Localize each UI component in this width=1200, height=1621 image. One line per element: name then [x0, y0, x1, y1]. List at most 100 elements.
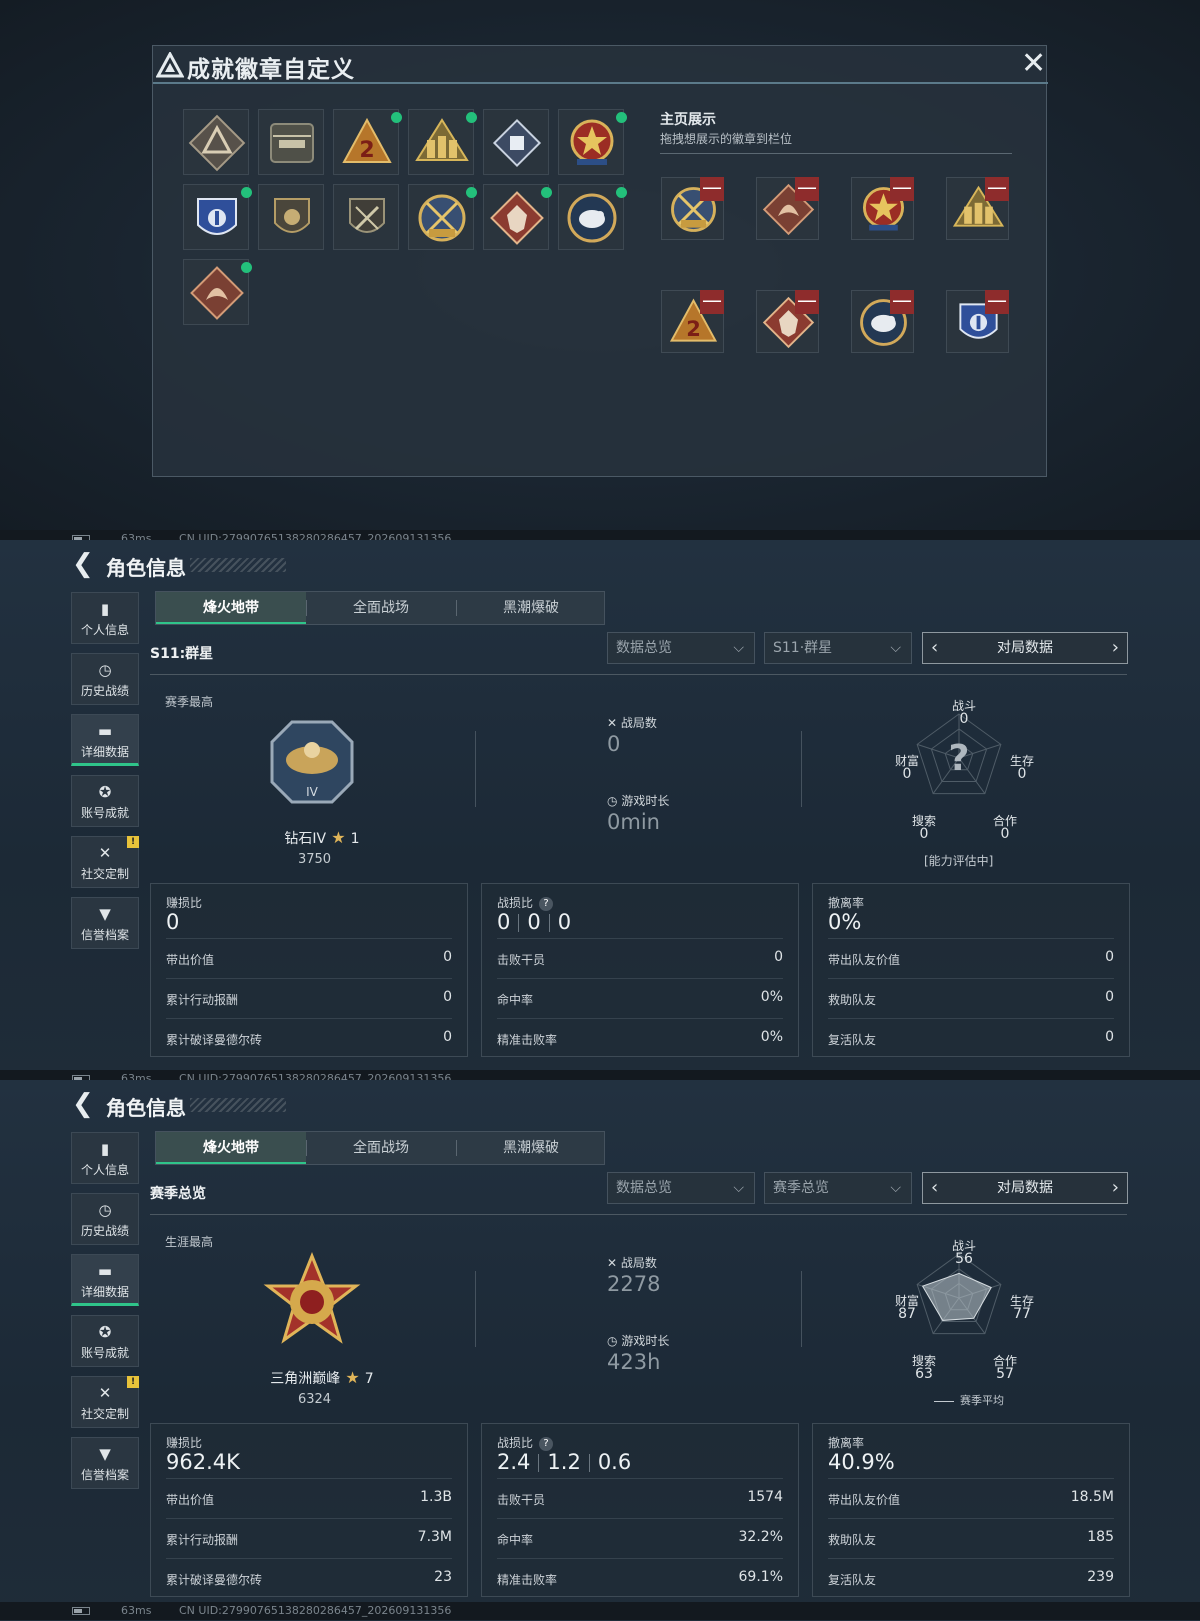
- tab-0[interactable]: 烽火地带: [156, 592, 306, 624]
- showcase-slot[interactable]: —: [661, 177, 724, 240]
- stat-value: 0: [1105, 949, 1114, 965]
- nav-bar-chart[interactable]: ▮ 个人信息: [71, 592, 139, 644]
- divider: [150, 674, 1127, 675]
- remove-button[interactable]: —: [890, 177, 914, 201]
- match-data-selector[interactable]: ‹ 对局数据 ›: [922, 1172, 1128, 1204]
- badge-cell[interactable]: [258, 184, 324, 250]
- badge-cell[interactable]: [408, 109, 477, 175]
- badge-cell[interactable]: [183, 184, 252, 250]
- remove-button[interactable]: —: [700, 177, 724, 201]
- stat-row: 复活队友 239: [828, 1558, 1114, 1598]
- nav-clock[interactable]: ◷ 历史战绩: [71, 1193, 139, 1245]
- unknown-icon: ?: [949, 738, 970, 779]
- page-title: 角色信息: [106, 556, 186, 580]
- nav-bar-chart[interactable]: ▮ 个人信息: [71, 1132, 139, 1184]
- lion-shield-badge-icon: [274, 198, 310, 233]
- new-indicator: [391, 112, 402, 123]
- nav-medal[interactable]: ✪ 账号成就: [71, 1315, 139, 1367]
- rank-points: 6324: [297, 1392, 332, 1407]
- chevron-right-icon[interactable]: ›: [1112, 633, 1119, 663]
- stat-value: 69.1%: [738, 1569, 783, 1585]
- stat-card: 撤离率 0% 带出队友价值 0 救助队友 0 复活队友 0: [812, 883, 1130, 1057]
- badge-cell[interactable]: [558, 184, 627, 250]
- help-icon[interactable]: ?: [539, 896, 554, 911]
- radar-wealth: 财富 0: [894, 754, 919, 782]
- close-icon[interactable]: ✕: [1021, 49, 1047, 79]
- stat-row: 带出价值 1.3B: [166, 1478, 452, 1518]
- showcase-slot[interactable]: —: [756, 290, 819, 353]
- nav-tools[interactable]: ✕ 社交定制 !: [71, 836, 139, 888]
- nav-label: 历史战绩: [80, 1224, 129, 1238]
- remove-button[interactable]: —: [795, 177, 819, 201]
- nav-folder[interactable]: ▬ 详细数据: [71, 1254, 139, 1306]
- chevron-right-icon[interactable]: ›: [1112, 1173, 1119, 1203]
- helicopter-badge-icon: [270, 123, 314, 163]
- svg-text:IV: IV: [306, 785, 319, 799]
- tab-0[interactable]: 烽火地带: [156, 1132, 306, 1164]
- remove-button[interactable]: —: [985, 177, 1009, 201]
- shield-check-icon: ▼: [99, 1445, 111, 1463]
- badge-cell[interactable]: 2: [333, 109, 402, 175]
- soldiers-badge-icon: [415, 118, 469, 161]
- badge-cell[interactable]: [333, 184, 399, 250]
- nav-shield-check[interactable]: ▼ 信誉档案: [71, 897, 139, 949]
- badge-cell[interactable]: [408, 184, 477, 250]
- stat-value: 239: [1087, 1569, 1114, 1585]
- tools-icon: ✕: [98, 844, 112, 862]
- kd-values: 000: [497, 910, 572, 934]
- chevron-left-icon[interactable]: ‹: [931, 633, 938, 663]
- clock-icon: ◷: [98, 1201, 112, 1219]
- tab-2[interactable]: 黑潮爆破: [456, 592, 606, 624]
- showcase-slot[interactable]: —: [851, 177, 914, 240]
- match-data-selector[interactable]: ‹ 对局数据 ›: [922, 632, 1128, 664]
- stat-label: 击败干员: [497, 953, 546, 967]
- stat-label: 命中率: [497, 993, 534, 1007]
- data-view-dropdown[interactable]: 数据总览 ⌵: [607, 1172, 755, 1204]
- chevron-left-icon[interactable]: ‹: [931, 1173, 938, 1203]
- remove-button[interactable]: —: [985, 290, 1009, 314]
- showcase-slot[interactable]: 2—: [661, 290, 724, 353]
- remove-button[interactable]: —: [890, 290, 914, 314]
- nav-folder[interactable]: ▬ 详细数据: [71, 714, 139, 766]
- card-title: 赚损比: [166, 1436, 203, 1450]
- stat-row: 累计行动报酬 7.3M: [166, 1518, 452, 1558]
- stat-value: 1574: [747, 1489, 783, 1505]
- nav-shield-check[interactable]: ▼ 信誉档案: [71, 1437, 139, 1489]
- tab-2[interactable]: 黑潮爆破: [456, 1132, 606, 1164]
- badge-cell[interactable]: [258, 109, 324, 175]
- stat-row: 累计破译曼德尔砖 23: [166, 1558, 452, 1598]
- nav-clock[interactable]: ◷ 历史战绩: [71, 653, 139, 705]
- remove-button[interactable]: —: [700, 290, 724, 314]
- tab-1[interactable]: 全面战场: [306, 592, 456, 624]
- help-icon[interactable]: ?: [539, 1436, 554, 1451]
- stat-value: 0: [443, 989, 452, 1005]
- showcase-slot[interactable]: —: [946, 177, 1009, 240]
- badge-cell[interactable]: [558, 109, 627, 175]
- back-icon[interactable]: ❮: [72, 1090, 94, 1120]
- showcase-slot[interactable]: —: [851, 290, 914, 353]
- badge-cell[interactable]: [183, 259, 252, 325]
- nav-medal[interactable]: ✪ 账号成就: [71, 775, 139, 827]
- stat-value: 0: [1105, 989, 1114, 1005]
- showcase-slot[interactable]: —: [756, 177, 819, 240]
- nav-tools[interactable]: ✕ 社交定制 !: [71, 1376, 139, 1428]
- triangle-logo-badge-icon: [188, 114, 246, 172]
- back-icon[interactable]: ❮: [72, 550, 94, 580]
- season-dropdown[interactable]: 赛季总览 ⌵: [764, 1172, 912, 1204]
- season-dropdown[interactable]: S11·群星 ⌵: [764, 632, 912, 664]
- showcase-slot[interactable]: —: [946, 290, 1009, 353]
- stat-value: 0: [1105, 1029, 1114, 1045]
- stat-label: 带出队友价值: [828, 953, 901, 967]
- radar-combat: 战斗 56: [951, 1239, 976, 1267]
- badge-cell[interactable]: [483, 184, 552, 250]
- shield-check-icon: ▼: [99, 905, 111, 923]
- remove-button[interactable]: —: [795, 290, 819, 314]
- tab-divider: [456, 1140, 457, 1156]
- badge-cell[interactable]: [483, 109, 549, 175]
- data-view-dropdown[interactable]: 数据总览 ⌵: [607, 632, 755, 664]
- title-decoration: [190, 1098, 286, 1112]
- badge-cell[interactable]: [183, 109, 249, 175]
- radar-survival: 生存 77: [1009, 1294, 1034, 1322]
- selector-label: 对局数据: [997, 1180, 1053, 1196]
- tab-1[interactable]: 全面战场: [306, 1132, 456, 1164]
